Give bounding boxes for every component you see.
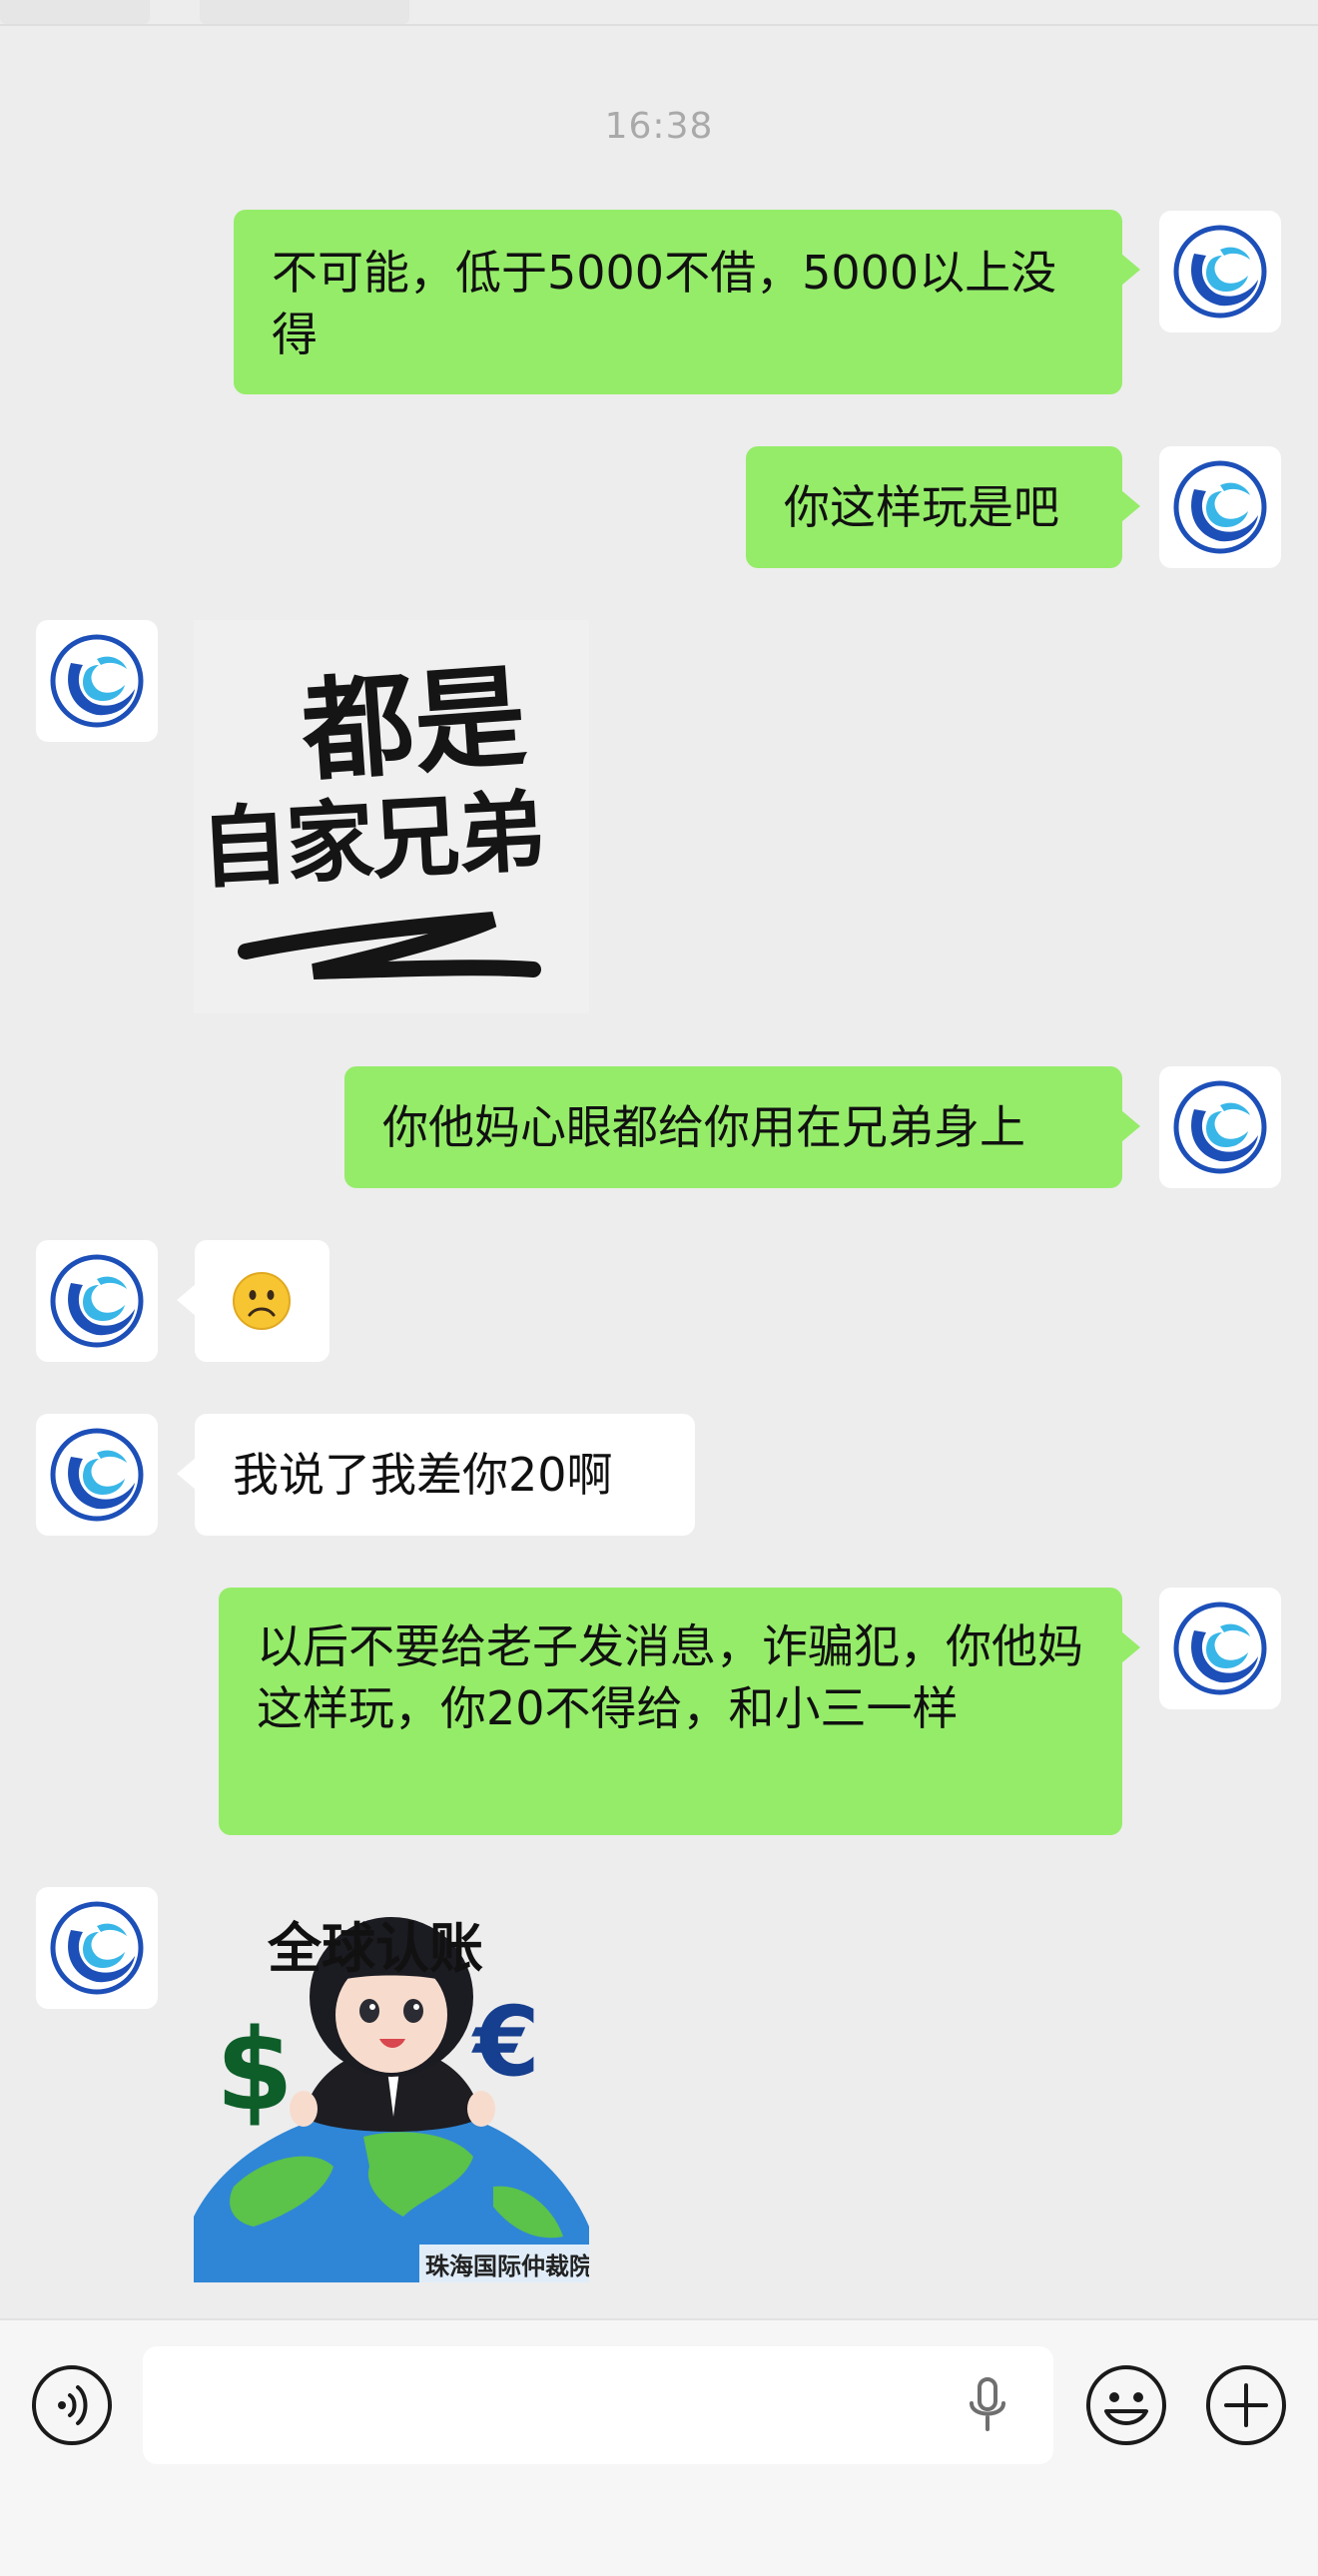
avatar-logo-icon (1172, 1079, 1268, 1175)
globe-character-graphic: $ € 全球认账 珠海国际仲裁院 (194, 1917, 589, 2282)
sticker-caption: 珠海国际仲裁院 (425, 2253, 589, 2280)
avatar-logo-icon (49, 633, 145, 729)
my-avatar[interactable] (1159, 1066, 1281, 1188)
voice-toggle-icon[interactable] (30, 2363, 114, 2447)
my-avatar[interactable] (1159, 446, 1281, 568)
avatar-logo-icon (1172, 459, 1268, 555)
outgoing-message[interactable]: 你这样玩是吧 (746, 446, 1140, 568)
avatar-logo-icon (49, 1900, 145, 1996)
message-input[interactable] (143, 2346, 1053, 2464)
contact-avatar[interactable] (36, 1414, 158, 1536)
calligraphy-sticker[interactable]: 都是 自家兄弟 (194, 620, 589, 1013)
avatar-logo-icon (1172, 1601, 1268, 1696)
emoji-icon[interactable] (1084, 2363, 1168, 2447)
message-text: 以后不要给老子发消息，诈骗犯，你他妈这样玩，你20不得给，和小三一样 (257, 1619, 1083, 1735)
message-text: 我说了我差你20啊 (233, 1448, 613, 1502)
incoming-message[interactable] (177, 1240, 330, 1362)
dollar-symbol: $ (216, 2006, 294, 2136)
microphone-icon[interactable] (968, 2375, 1007, 2435)
brush-stroke-graphic (238, 912, 541, 979)
outgoing-message[interactable]: 以后不要给老子发消息，诈骗犯，你他妈这样玩，你20不得给，和小三一样 (219, 1588, 1140, 1835)
plus-icon[interactable] (1204, 2363, 1288, 2447)
top-bar (0, 0, 1318, 26)
top-tab-stub (200, 0, 409, 24)
avatar-logo-icon (49, 1253, 145, 1349)
input-bar (0, 2318, 1318, 2576)
sticker-title: 全球认账 (267, 1917, 483, 1980)
message-timestamp: 16:38 (604, 106, 714, 147)
contact-avatar[interactable] (36, 620, 158, 742)
my-avatar[interactable] (1159, 211, 1281, 332)
message-text: 不可能，低于5000不借，5000以上没得 (272, 246, 1057, 361)
contact-avatar[interactable] (36, 1240, 158, 1362)
frowning-face-icon (233, 1272, 291, 1330)
avatar-logo-icon (1172, 224, 1268, 320)
euro-symbol: € (471, 1986, 540, 2098)
message-text: 你这样玩是吧 (784, 480, 1059, 534)
top-tab-stub (0, 0, 150, 24)
outgoing-message[interactable]: 你他妈心眼都给你用在兄弟身上 (344, 1066, 1140, 1188)
incoming-message[interactable]: 我说了我差你20啊 (177, 1414, 695, 1536)
cartoon-sticker[interactable]: $ € 全球认账 珠海国际仲裁院 (194, 1887, 589, 2282)
outgoing-message[interactable]: 不可能，低于5000不借，5000以上没得 (234, 210, 1140, 394)
my-avatar[interactable] (1159, 1588, 1281, 1709)
avatar-logo-icon (49, 1427, 145, 1523)
message-text: 你他妈心眼都给你用在兄弟身上 (382, 1100, 1025, 1154)
contact-avatar[interactable] (36, 1887, 158, 2009)
